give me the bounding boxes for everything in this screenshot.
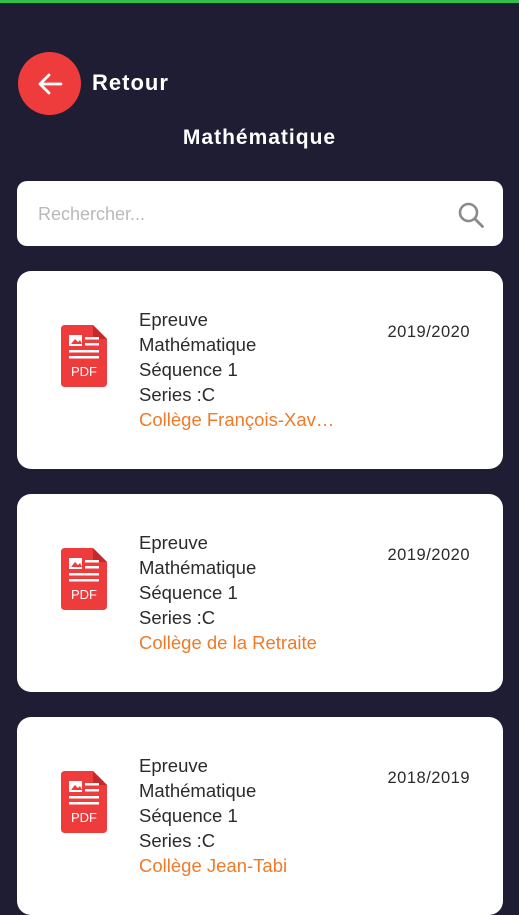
item-series: Series :C [139,830,216,851]
item-details: Epreuve Mathématique Séquence 1 Series :… [139,530,369,655]
svg-text:PDF: PDF [71,810,97,825]
svg-text:PDF: PDF [71,364,97,379]
list-item[interactable]: PDF Epreuve Mathématique Séquence 1 Seri… [17,494,503,692]
item-subject: Mathématique [139,557,257,578]
item-sequence: Séquence 1 [139,359,238,380]
page-title: Mathématique [182,126,337,149]
item-type: Epreuve [139,309,208,330]
item-school: Collège François-Xav… [139,409,335,430]
item-subject: Mathématique [139,780,257,801]
pdf-file-icon: PDF [61,771,107,833]
item-series: Series :C [139,607,216,628]
search-icon[interactable] [457,201,485,229]
item-year: 2018/2019 [387,769,470,787]
item-school: Collège Jean-Tabi [139,855,288,876]
list-item[interactable]: PDF Epreuve Mathématique Séquence 1 Seri… [17,717,503,915]
item-details: Epreuve Mathématique Séquence 1 Series :… [139,753,369,878]
svg-text:PDF: PDF [71,587,97,602]
status-accent-line [0,0,519,3]
back-label[interactable]: Retour [92,70,169,96]
pdf-file-icon: PDF [61,548,107,610]
item-type: Epreuve [139,532,208,553]
item-subject: Mathématique [139,334,257,355]
item-type: Epreuve [139,755,208,776]
item-sequence: Séquence 1 [139,582,238,603]
list-item[interactable]: PDF Epreuve Mathématique Séquence 1 Seri… [17,271,503,469]
item-school: Collège de la Retraite [139,632,317,653]
search-input[interactable] [36,197,460,231]
item-year: 2019/2020 [387,546,470,564]
item-details: Epreuve Mathématique Séquence 1 Series :… [139,307,369,432]
item-year: 2019/2020 [387,323,470,341]
item-series: Series :C [139,384,216,405]
search-bar [17,181,503,246]
item-sequence: Séquence 1 [139,805,238,826]
pdf-file-icon: PDF [61,325,107,387]
arrow-left-icon [38,73,62,94]
back-button[interactable] [18,52,81,115]
